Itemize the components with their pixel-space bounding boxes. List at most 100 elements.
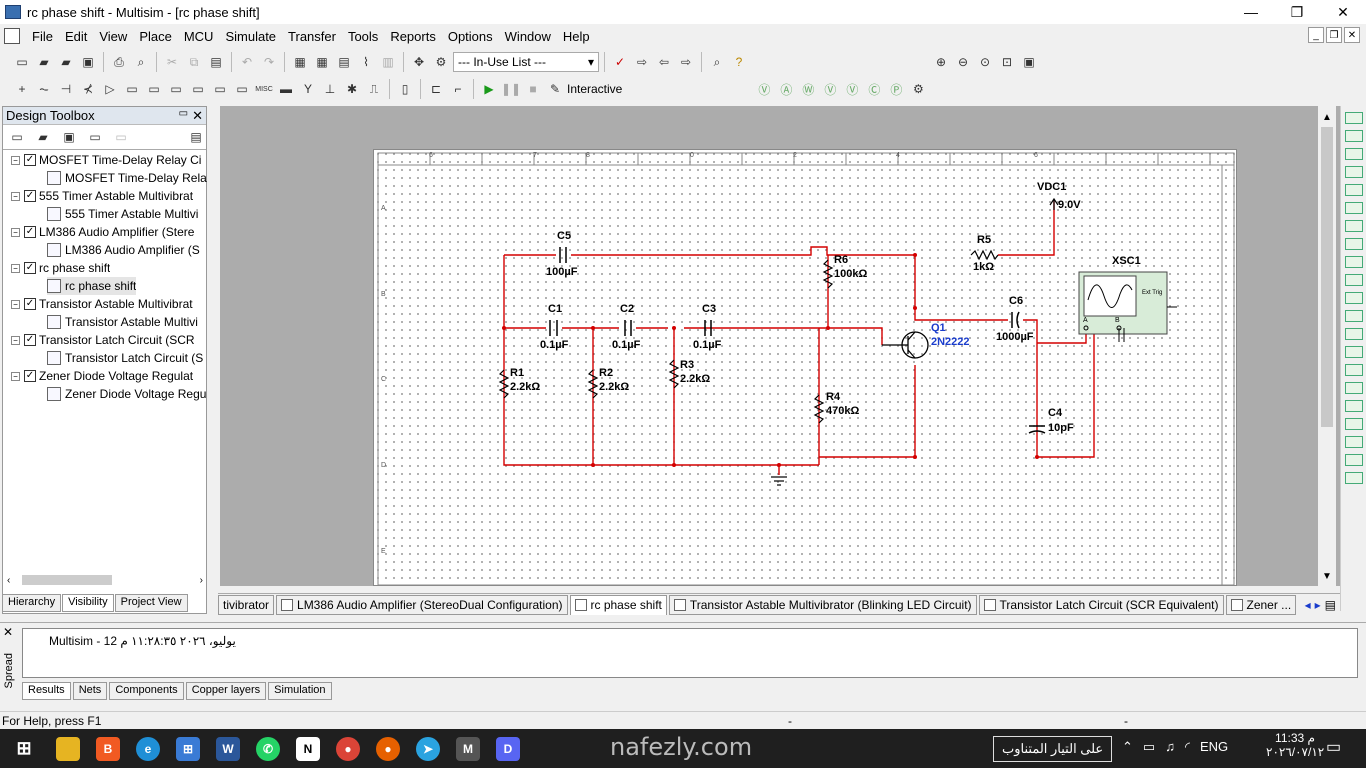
menu-simulate[interactable]: Simulate [219, 29, 282, 44]
tree-child[interactable]: Transistor Latch Circuit (S [47, 349, 203, 367]
probe-voltage-icon[interactable]: Ⓥ [754, 79, 774, 99]
place-misc-digital-icon[interactable]: ▭ [166, 79, 186, 99]
menu-tools[interactable]: Tools [342, 29, 384, 44]
multimeter-icon[interactable] [1344, 112, 1363, 124]
undo-icon[interactable]: ↶ [237, 52, 257, 72]
forward-annotate-icon[interactable]: ⇨ [676, 52, 696, 72]
scroll-left-icon[interactable]: ‹ [7, 575, 10, 586]
zoom-fit-icon[interactable]: ⊡ [997, 52, 1017, 72]
toggle-fullscreen-icon[interactable]: ▦ [290, 52, 310, 72]
probe-digital-icon[interactable]: Ⓒ [864, 79, 884, 99]
maximize-button[interactable]: ❐ [1274, 0, 1320, 24]
frequency-counter-icon[interactable] [1344, 220, 1363, 232]
place-connector-icon[interactable]: ⎍ [364, 79, 384, 99]
tree-item[interactable]: − ✓ LM386 Audio Amplifier (Stere [11, 223, 194, 241]
grapher-icon[interactable]: ⌇ [356, 52, 376, 72]
tree-child[interactable]: MOSFET Time-Delay Rela [47, 169, 207, 187]
print-preview-icon[interactable]: ⌕ [131, 52, 151, 72]
tab-nets[interactable]: Nets [72, 682, 108, 700]
toolbox-save-icon[interactable]: ▣ [59, 127, 79, 147]
doc-tab[interactable]: LM386 Audio Amplifier (StereoDual Config… [276, 594, 568, 615]
menu-view[interactable]: View [93, 29, 133, 44]
bode-plotter-icon[interactable] [1344, 202, 1363, 214]
menu-transfer[interactable]: Transfer [282, 29, 342, 44]
postprocessor-icon[interactable]: ▥ [378, 52, 398, 72]
menu-window[interactable]: Window [499, 29, 557, 44]
close-button[interactable]: ✕ [1320, 0, 1366, 24]
function-generator-icon[interactable] [1344, 130, 1363, 142]
zoom-area-icon[interactable]: ⊙ [975, 52, 995, 72]
print-icon[interactable]: ⎙ [109, 52, 129, 72]
place-diode-icon[interactable]: ⊣ [56, 79, 76, 99]
mdi-restore-button[interactable]: ❐ [1326, 27, 1342, 43]
stop-icon[interactable]: ■ [523, 79, 543, 99]
place-misc-icon[interactable]: MISC [254, 79, 274, 99]
spreadsheet-view-icon[interactable]: ▦ [312, 52, 332, 72]
place-electromech-icon[interactable]: ⊥ [320, 79, 340, 99]
place-source-icon[interactable]: + [12, 79, 32, 99]
probe-settings-icon[interactable]: ⚙ [908, 79, 928, 99]
tree-item[interactable]: − ✓ rc phase shift [11, 259, 110, 277]
agilent-multimeter-icon[interactable] [1344, 382, 1363, 394]
tab-results[interactable]: Results [22, 682, 71, 700]
wifi-icon[interactable]: ◜ [1185, 739, 1190, 755]
cut-icon[interactable]: ✂ [162, 52, 182, 72]
agilent-scope-icon[interactable] [1344, 400, 1363, 412]
tree-item[interactable]: − ✓ MOSFET Time-Delay Relay Ci [11, 151, 201, 169]
place-rf-icon[interactable]: Y [298, 79, 318, 99]
help-icon[interactable]: ? [729, 52, 749, 72]
chevron-up-icon[interactable]: ⌃ [1122, 739, 1133, 755]
probe-diff-icon[interactable]: Ⓥ [820, 79, 840, 99]
word-icon[interactable]: W [208, 729, 248, 768]
notification-icon[interactable]: ▭ [1326, 737, 1341, 757]
tab-components[interactable]: Components [109, 682, 184, 700]
tab-hierarchy[interactable]: Hierarchy [2, 594, 62, 612]
tab-project-view[interactable]: Project View [114, 594, 188, 612]
toolbox-hscroll[interactable]: ‹ › [7, 573, 203, 587]
toolbox-pin-icon[interactable]: ▭ [179, 108, 188, 124]
tab-copper-layers[interactable]: Copper layers [185, 682, 267, 700]
component-db-icon[interactable]: ⚙ [431, 52, 451, 72]
doc-tab[interactable]: Zener ... [1225, 594, 1297, 615]
scroll-right-icon[interactable]: › [200, 575, 203, 586]
toolbox-close-doc-icon[interactable]: ▭ [85, 127, 105, 147]
open-sample-icon[interactable]: ▰ [56, 52, 76, 72]
doc-tab[interactable]: Transistor Astable Multivibrator (Blinki… [668, 594, 977, 615]
place-transistor-icon[interactable]: ⊀ [78, 79, 98, 99]
tab-scroll-left-icon[interactable]: ◂ [1305, 598, 1311, 612]
battery-icon[interactable]: ▭ [1143, 739, 1155, 755]
bus-icon[interactable]: ⊏ [426, 79, 446, 99]
store-icon[interactable]: ⊞ [168, 729, 208, 768]
firefox-icon[interactable]: ● [368, 729, 408, 768]
tree-child[interactable]: Zener Diode Voltage Regu [47, 385, 206, 403]
tab-list-icon[interactable]: ▤ [1325, 598, 1336, 612]
zoom-out-icon[interactable]: ⊖ [953, 52, 973, 72]
edge-icon[interactable]: e [128, 729, 168, 768]
document-icon[interactable] [4, 28, 20, 44]
logic-analyzer-icon[interactable] [1344, 274, 1363, 286]
tab-simulation[interactable]: Simulation [268, 682, 332, 700]
schematic-sheet[interactable]: C5 100µF C1 0.1µF C2 0.1µF C3 0.1µF R1 2… [373, 149, 1237, 586]
back-annotate-icon[interactable]: ⇦ [654, 52, 674, 72]
agilent-generator-icon[interactable] [1344, 364, 1363, 376]
probe-ref-icon[interactable]: Ⓟ [886, 79, 906, 99]
volume-icon[interactable]: ♫ [1165, 739, 1175, 755]
place-analog-icon[interactable]: ▷ [100, 79, 120, 99]
logic-converter-icon[interactable] [1344, 256, 1363, 268]
toolbox-close-icon[interactable]: ✕ [192, 108, 203, 124]
toolbox-new-icon[interactable]: ▭ [7, 127, 27, 147]
tree-item[interactable]: − ✓ Zener Diode Voltage Regulat [11, 367, 193, 385]
windows-start-icon[interactable]: ⊞ [0, 729, 48, 768]
network-analyzer-icon[interactable] [1344, 346, 1363, 358]
tree-item[interactable]: − ✓ Transistor Latch Circuit (SCR [11, 331, 195, 349]
wire-icon[interactable]: ⌐ [448, 79, 468, 99]
menu-options[interactable]: Options [442, 29, 499, 44]
four-channel-scope-icon[interactable] [1344, 184, 1363, 196]
clock[interactable]: 11:33 م ٢٠٢٦/٠٧/١٢ [1266, 731, 1324, 759]
doc-tab[interactable]: Transistor Latch Circuit (SCR Equivalent… [978, 594, 1224, 615]
place-ttl-icon[interactable]: ▭ [122, 79, 142, 99]
spectrum-analyzer-icon[interactable] [1344, 328, 1363, 340]
iv-analyzer-icon[interactable] [1344, 292, 1363, 304]
interactive-label[interactable]: Interactive [567, 82, 622, 96]
probe-power-icon[interactable]: Ⓦ [798, 79, 818, 99]
